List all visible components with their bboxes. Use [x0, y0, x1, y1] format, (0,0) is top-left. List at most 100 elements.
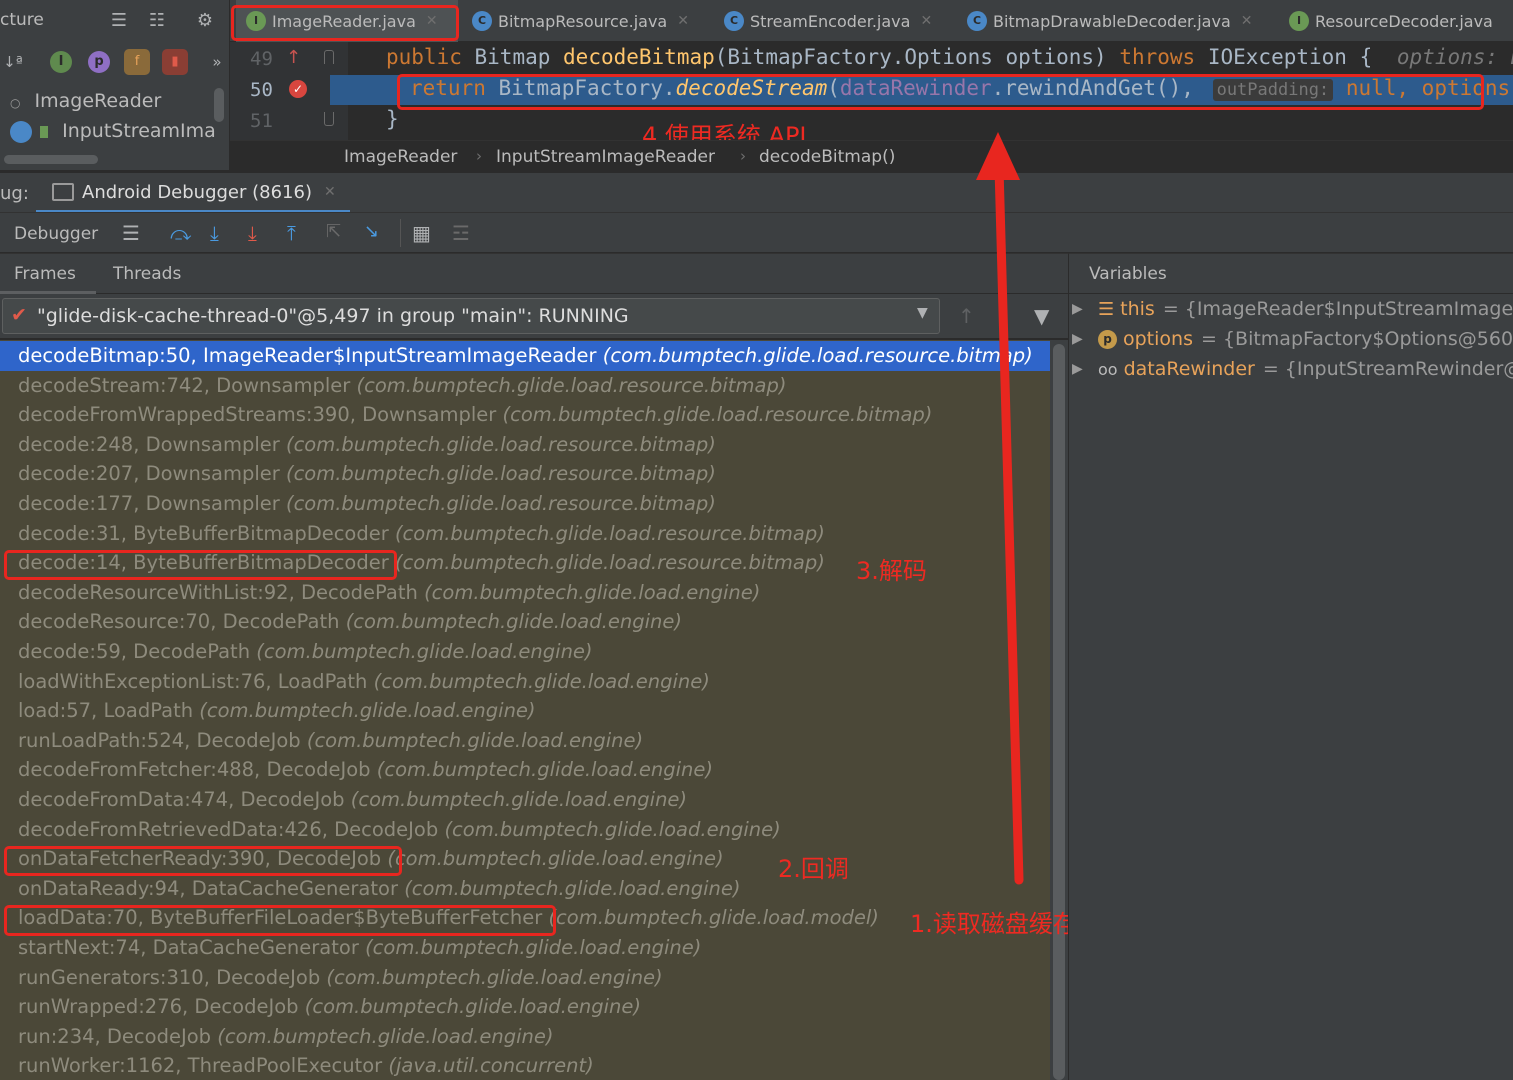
field-filter-icon[interactable]: f: [124, 49, 150, 75]
variable-row[interactable]: ▶ ☰ this = {ImageReader$InputStreamImage: [1072, 298, 1513, 320]
close-icon[interactable]: ✕: [920, 13, 932, 29]
frame-row[interactable]: runWorker:1162, ThreadPoolExecutor (java…: [0, 1051, 1050, 1080]
frame-method: decodeResourceWithList:92, DecodePath: [18, 580, 418, 604]
code-token: Bitmap: [474, 45, 551, 69]
frame-row[interactable]: load:57, LoadPath (com.bumptech.glide.lo…: [0, 696, 1050, 726]
frame-package: (com.bumptech.glide.load.engine): [444, 817, 781, 841]
step-over-icon[interactable]: ⤼: [170, 221, 191, 245]
debugger-icon: [52, 183, 74, 201]
tab-android-debugger[interactable]: Android Debugger (8616) ✕: [36, 173, 350, 213]
tab-imagereader[interactable]: I ImageReader.java ✕: [236, 0, 458, 42]
tree-item-inputstream[interactable]: InputStreamIma: [10, 120, 216, 143]
evaluate-expression-icon[interactable]: ▦: [412, 221, 431, 245]
variables-header: Variables: [1068, 253, 1513, 293]
trace-stream-icon[interactable]: ☲: [452, 221, 470, 245]
close-icon[interactable]: ✕: [324, 184, 336, 200]
frame-row[interactable]: runWrapped:276, DecodeJob (com.bumptech.…: [0, 992, 1050, 1022]
expand-arrow-icon[interactable]: ▶: [1072, 331, 1098, 347]
frames-scrollbar-thumb[interactable]: [1053, 344, 1065, 1080]
frame-row[interactable]: runGenerators:310, DecodeJob (com.bumpte…: [0, 963, 1050, 993]
frame-row[interactable]: runLoadPath:524, DecodeJob (com.bumptech…: [0, 726, 1050, 756]
frame-method: runWrapped:276, DecodeJob: [18, 995, 299, 1019]
frame-row[interactable]: decodeFromRetrievedData:426, DecodeJob (…: [0, 815, 1050, 845]
frame-row[interactable]: decodeFromData:474, DecodeJob (com.bumpt…: [0, 785, 1050, 815]
tree-item-imagereader[interactable]: ○ ImageReader: [10, 90, 161, 112]
arrow-head: [976, 132, 1020, 180]
frame-row[interactable]: startNext:74, DataCacheGenerator (com.bu…: [0, 933, 1050, 963]
frame-row[interactable]: decode:207, Downsampler (com.bumptech.gl…: [0, 459, 1050, 489]
close-icon[interactable]: ✕: [677, 13, 689, 29]
tab-bitmapresource[interactable]: C BitmapResource.java ✕: [470, 0, 689, 42]
run-to-cursor-icon[interactable]: ↘: [364, 221, 379, 242]
frame-row[interactable]: decodeFromFetcher:488, DecodeJob (com.bu…: [0, 755, 1050, 785]
chevron-right-icon: ›: [740, 147, 746, 165]
frame-row[interactable]: decodeFromWrappedStreams:390, Downsample…: [0, 400, 1050, 430]
frame-row[interactable]: onDataFetcherReady:390, DecodeJob (com.b…: [0, 844, 1050, 874]
annotation-1: 1.读取磁盘缓存: [910, 910, 1077, 938]
thread-select[interactable]: ✔ "glide-disk-cache-thread-0"@5,497 in g…: [2, 298, 940, 334]
tab-label: StreamEncoder.java: [750, 11, 911, 31]
tab-bitmapdrawabledecoder[interactable]: C BitmapDrawableDecoder.java ✕: [965, 0, 1252, 42]
interface-icon: I: [1289, 11, 1309, 31]
frame-row[interactable]: loadData:70, ByteBufferFileLoader$ByteBu…: [0, 903, 1050, 933]
frame-row[interactable]: decodeStream:742, Downsampler (com.bumpt…: [0, 371, 1050, 401]
variable-value: = {ImageReader$InputStreamImage: [1162, 298, 1513, 320]
frame-row[interactable]: decodeResource:70, DecodePath (com.bumpt…: [0, 607, 1050, 637]
override-marker-icon[interactable]: ↑: [286, 47, 301, 68]
arrow-shaft: [994, 163, 1024, 885]
frame-method: decodeFromFetcher:488, DecodeJob: [18, 758, 371, 782]
frame-row[interactable]: decode:248, Downsampler (com.bumptech.gl…: [0, 430, 1050, 460]
tab-streamencoder[interactable]: C StreamEncoder.java ✕: [722, 0, 932, 42]
frame-row[interactable]: decode:177, Downsampler (com.bumptech.gl…: [0, 489, 1050, 519]
collapse-all-icon[interactable]: ☰: [108, 10, 130, 32]
more-icon[interactable]: »: [206, 51, 228, 73]
step-out-icon[interactable]: ⤒: [287, 221, 296, 245]
expand-all-icon[interactable]: ☷: [146, 10, 168, 32]
tab-frames[interactable]: Frames: [0, 254, 96, 294]
sort-icon[interactable]: ↓ª: [2, 51, 24, 73]
frame-row[interactable]: decodeBitmap:50, ImageReader$InputStream…: [0, 341, 1050, 371]
frame-row[interactable]: onDataReady:94, DataCacheGenerator (com.…: [0, 874, 1050, 904]
fold-icon[interactable]: [324, 50, 334, 64]
force-step-into-icon[interactable]: ⤓: [248, 221, 257, 245]
frame-package: (com.bumptech.glide.load.engine): [217, 1024, 554, 1048]
variable-row[interactable]: ▶ p options = {BitmapFactory$Options@560: [1072, 328, 1513, 350]
interface-filter-icon[interactable]: I: [50, 51, 72, 73]
debugger-tab-label[interactable]: Debugger: [14, 224, 98, 244]
step-into-icon[interactable]: ⤓: [210, 221, 219, 245]
expand-arrow-icon[interactable]: ▶: [1072, 301, 1098, 317]
frame-package: (java.util.concurrent): [388, 1054, 594, 1078]
project-scrollbar[interactable]: [214, 88, 224, 122]
project-hscrollbar[interactable]: [4, 155, 98, 164]
expand-arrow-icon[interactable]: ▶: [1072, 361, 1098, 377]
lock-icon[interactable]: ▮: [162, 49, 188, 75]
debugger-toolbar: Debugger ☰ ⤼ ⤓ ⤓ ⤒ ⇱ ↘ ▦ ☲: [0, 212, 1513, 252]
frame-package: (com.bumptech.glide.load.engine): [404, 876, 741, 900]
drop-frame-icon[interactable]: ⇱: [326, 221, 341, 242]
close-icon[interactable]: ✕: [1241, 13, 1253, 29]
close-icon[interactable]: ✕: [426, 13, 438, 29]
fold-icon[interactable]: [324, 112, 334, 126]
project-panel-title: cture: [0, 10, 44, 30]
frame-row[interactable]: loadWithExceptionList:76, LoadPath (com.…: [0, 667, 1050, 697]
show-execution-point-icon[interactable]: ☰: [122, 221, 140, 245]
variable-row[interactable]: ▶ oo dataRewinder = {InputStreamRewinder…: [1072, 358, 1513, 380]
breadcrumb-item[interactable]: decodeBitmap(): [759, 147, 895, 167]
tab-threads[interactable]: Threads: [113, 264, 181, 284]
frame-row[interactable]: decode:31, ByteBufferBitmapDecoder (com.…: [0, 519, 1050, 549]
frame-method: onDataReady:94, DataCacheGenerator: [18, 876, 398, 900]
frame-package: (com.bumptech.glide.load.engine): [326, 965, 663, 989]
frame-row[interactable]: run:234, DecodeJob (com.bumptech.glide.l…: [0, 1022, 1050, 1052]
frame-method: decodeFromWrappedStreams:390, Downsample…: [18, 403, 497, 427]
gear-icon[interactable]: ⚙: [194, 10, 216, 32]
frame-row[interactable]: decode:59, DecodePath (com.bumptech.glid…: [0, 637, 1050, 667]
code-token: dataRewinder: [839, 76, 992, 100]
variable-name: options: [1123, 328, 1193, 350]
annotation-3: 3.解码: [856, 557, 927, 585]
tab-resourcedecoder[interactable]: I ResourceDecoder.java: [1287, 0, 1493, 42]
frame-method: onDataFetcherReady:390, DecodeJob: [18, 847, 382, 871]
breadcrumb-item[interactable]: InputStreamImageReader: [496, 147, 715, 167]
property-filter-icon[interactable]: p: [88, 51, 110, 73]
breadcrumb-item[interactable]: ImageReader: [344, 147, 457, 167]
breakpoint-icon[interactable]: ✓: [289, 80, 307, 98]
